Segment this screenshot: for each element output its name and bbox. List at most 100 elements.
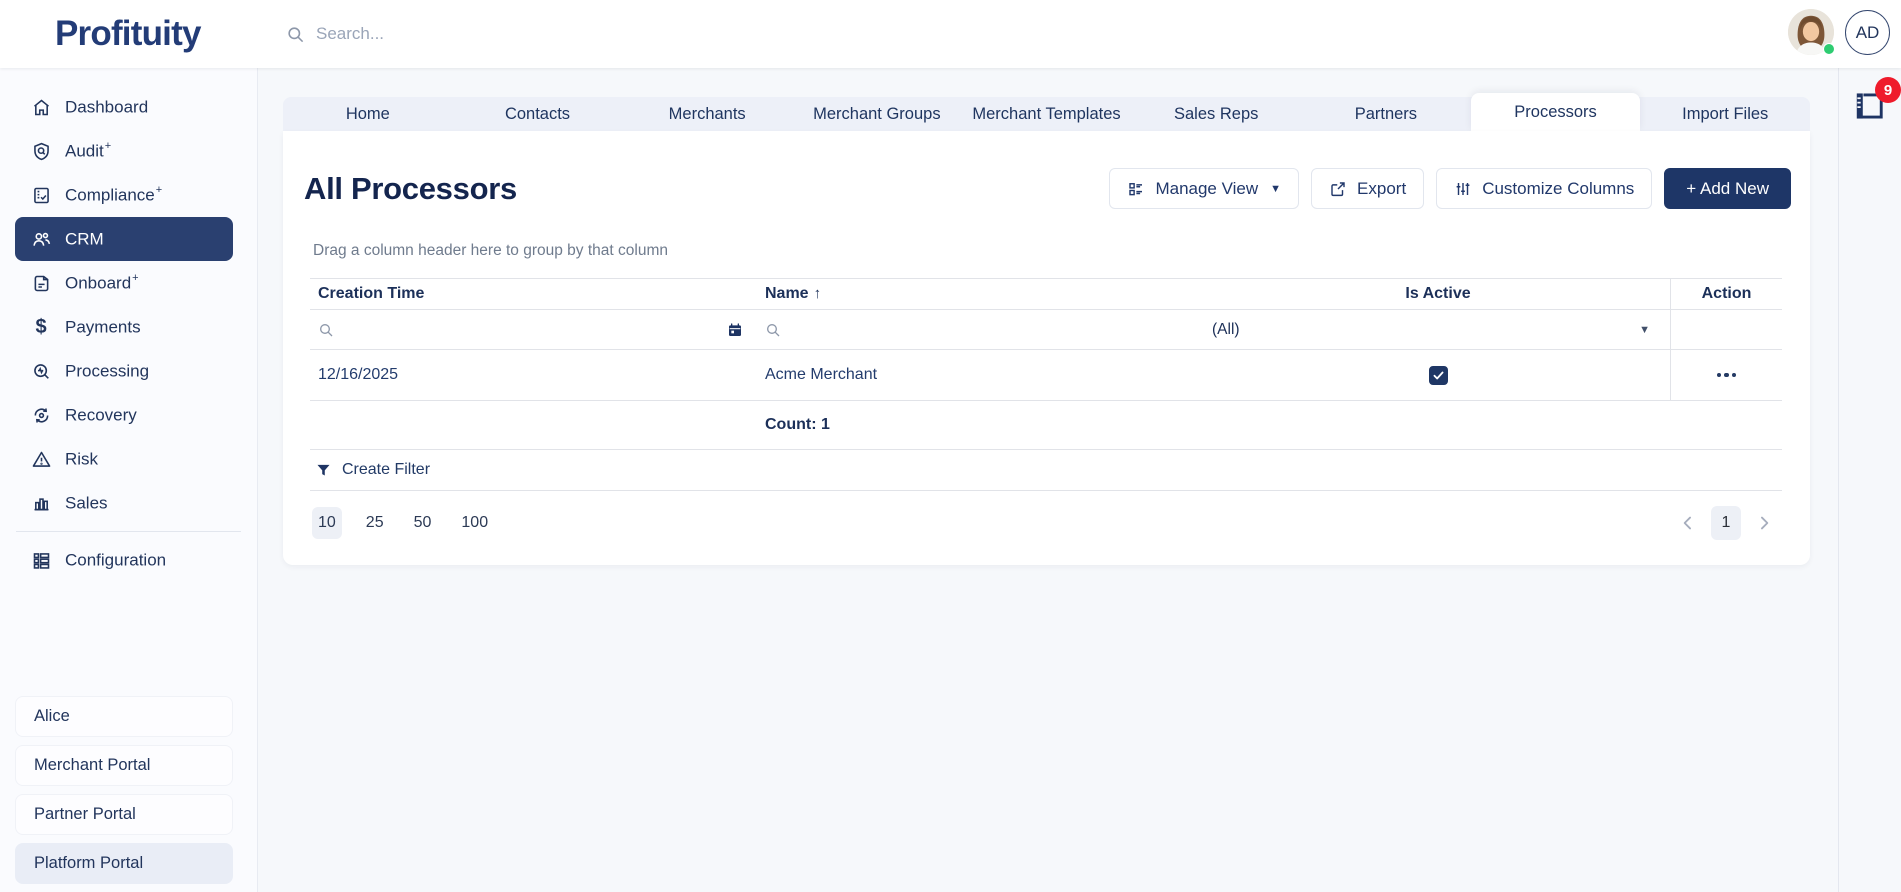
sidebar-item-compliance[interactable]: Compliance+	[15, 173, 233, 217]
tab-contacts[interactable]: Contacts	[453, 97, 623, 131]
app-logo: Profituity	[55, 14, 201, 54]
chevron-right-icon[interactable]	[1754, 513, 1774, 533]
table-filter-row: (All) ▼	[310, 310, 1782, 350]
table-summary-row: Count: 1	[310, 401, 1782, 450]
tab-processors[interactable]: Processors	[1471, 93, 1641, 131]
rows-icon	[30, 549, 52, 571]
people-icon	[30, 228, 52, 250]
sidebar-item-label: Sales	[65, 493, 109, 514]
tab-partners[interactable]: Partners	[1301, 97, 1471, 131]
funnel-icon	[315, 462, 332, 479]
page-size-50[interactable]: 50	[408, 507, 438, 539]
sidebar-item-recovery[interactable]: Recovery	[15, 393, 233, 437]
sidebar-item-risk[interactable]: Risk	[15, 437, 233, 481]
account-initials-badge[interactable]: AD	[1845, 10, 1890, 55]
warning-triangle-icon	[30, 448, 52, 470]
column-header-name[interactable]: Name ↑	[755, 285, 1206, 303]
home-icon	[30, 96, 52, 118]
group-by-hint: Drag a column header here to group by th…	[313, 242, 668, 260]
right-rail: 9	[1838, 68, 1901, 892]
sidebar-nav: Dashboard Audit+ Compliance+ CRM	[0, 68, 258, 892]
add-new-button[interactable]: + Add New	[1664, 168, 1791, 209]
tab-merchants[interactable]: Merchants	[622, 97, 792, 131]
sidebar-divider	[16, 531, 241, 532]
calendar-icon[interactable]	[727, 322, 743, 338]
tab-merchant-groups[interactable]: Merchant Groups	[792, 97, 962, 131]
sidebar-item-label: Recovery	[65, 405, 138, 426]
sidebar-item-label: CRM	[65, 229, 105, 250]
export-button[interactable]: Export	[1311, 168, 1424, 209]
page-size-selector: 10 25 50 100	[310, 507, 494, 539]
table-header-row: Creation Time Name ↑ Is Active Action	[310, 278, 1782, 310]
row-actions-ellipsis-button[interactable]	[1717, 373, 1737, 378]
search-placeholder: Search...	[316, 24, 384, 44]
sidebar-item-label: Onboard+	[65, 273, 139, 294]
page-size-25[interactable]: 25	[360, 507, 390, 539]
tab-merchant-templates[interactable]: Merchant Templates	[962, 97, 1132, 131]
tab-home[interactable]: Home	[283, 97, 453, 131]
sidebar-item-onboard[interactable]: Onboard+	[15, 261, 233, 305]
manage-view-button[interactable]: Manage View ▼	[1109, 168, 1299, 209]
portal-card-alice[interactable]: Alice	[15, 696, 233, 737]
search-input[interactable]: Search...	[286, 24, 706, 44]
sidebar-item-label: Dashboard	[65, 97, 149, 118]
online-status-dot	[1823, 43, 1835, 55]
sidebar-item-configuration[interactable]: Configuration	[15, 538, 233, 582]
page-size-10[interactable]: 10	[312, 507, 342, 539]
action-cell	[1670, 350, 1782, 400]
portal-switcher: Alice Merchant Portal Partner Portal Pla…	[15, 696, 233, 884]
view-list-icon	[1127, 180, 1145, 198]
customize-columns-button[interactable]: Customize Columns	[1436, 168, 1652, 209]
side-panel-toggle-button[interactable]: 9	[1849, 86, 1893, 130]
sidebar-item-sales[interactable]: Sales	[15, 481, 233, 525]
column-header-is-active[interactable]: Is Active	[1206, 285, 1670, 303]
portal-card-partner[interactable]: Partner Portal	[15, 794, 233, 835]
sidebar-item-label: Processing	[65, 361, 150, 382]
sidebar-item-processing[interactable]: Processing	[15, 349, 233, 393]
tab-import-files[interactable]: Import Files	[1640, 97, 1810, 131]
document-check-icon	[30, 184, 52, 206]
page-size-100[interactable]: 100	[455, 507, 494, 539]
create-filter-button[interactable]: Create Filter	[310, 450, 1782, 491]
user-avatar[interactable]	[1788, 9, 1834, 55]
note-icon	[30, 272, 52, 294]
table-row[interactable]: 12/16/2025 Acme Merchant	[310, 350, 1782, 401]
portal-card-platform[interactable]: Platform Portal	[15, 843, 233, 884]
bar-chart-icon	[30, 492, 52, 514]
is-active-filter-select[interactable]: (All) ▼	[1206, 310, 1670, 349]
is-active-cell	[1206, 350, 1670, 400]
sidebar-item-label: Payments	[65, 317, 142, 338]
current-page-button[interactable]: 1	[1711, 506, 1741, 540]
sidebar-item-payments[interactable]: $ Payments	[15, 305, 233, 349]
name-cell: Acme Merchant	[755, 366, 1206, 384]
sidebar-item-label: Compliance+	[65, 185, 162, 206]
chevron-left-icon[interactable]	[1678, 513, 1698, 533]
dollar-icon: $	[30, 316, 52, 338]
pager: 1	[1678, 506, 1774, 540]
sidebar-item-label: Risk	[65, 449, 99, 470]
sort-ascending-icon: ↑	[814, 285, 822, 302]
refresh-gear-icon	[30, 404, 52, 426]
creation-time-filter-input[interactable]	[310, 310, 755, 349]
sidebar-item-audit[interactable]: Audit+	[15, 129, 233, 173]
is-active-checkbox[interactable]	[1429, 366, 1448, 385]
search-icon	[765, 322, 781, 338]
shield-search-icon	[30, 140, 52, 162]
sidebar-item-label: Configuration	[65, 550, 167, 571]
toolbar: Manage View ▼ Export	[1109, 168, 1791, 209]
sidebar-item-label: Audit+	[65, 141, 111, 162]
name-filter-input[interactable]	[755, 310, 1206, 349]
sidebar-item-dashboard[interactable]: Dashboard	[15, 85, 233, 129]
search-icon	[318, 322, 334, 338]
tab-sales-reps[interactable]: Sales Reps	[1131, 97, 1301, 131]
column-header-creation-time[interactable]: Creation Time	[310, 285, 755, 303]
search-icon	[286, 25, 305, 44]
sidebar-item-crm[interactable]: CRM	[15, 217, 233, 261]
column-header-action: Action	[1670, 279, 1782, 309]
search-pulse-icon	[30, 360, 52, 382]
processors-card: All Processors Manage View ▼	[283, 131, 1810, 565]
crm-tabbar: Home Contacts Merchants Merchant Groups …	[283, 97, 1810, 131]
portal-card-merchant[interactable]: Merchant Portal	[15, 745, 233, 786]
page-title: All Processors	[304, 171, 517, 207]
action-filter-cell	[1670, 310, 1782, 349]
